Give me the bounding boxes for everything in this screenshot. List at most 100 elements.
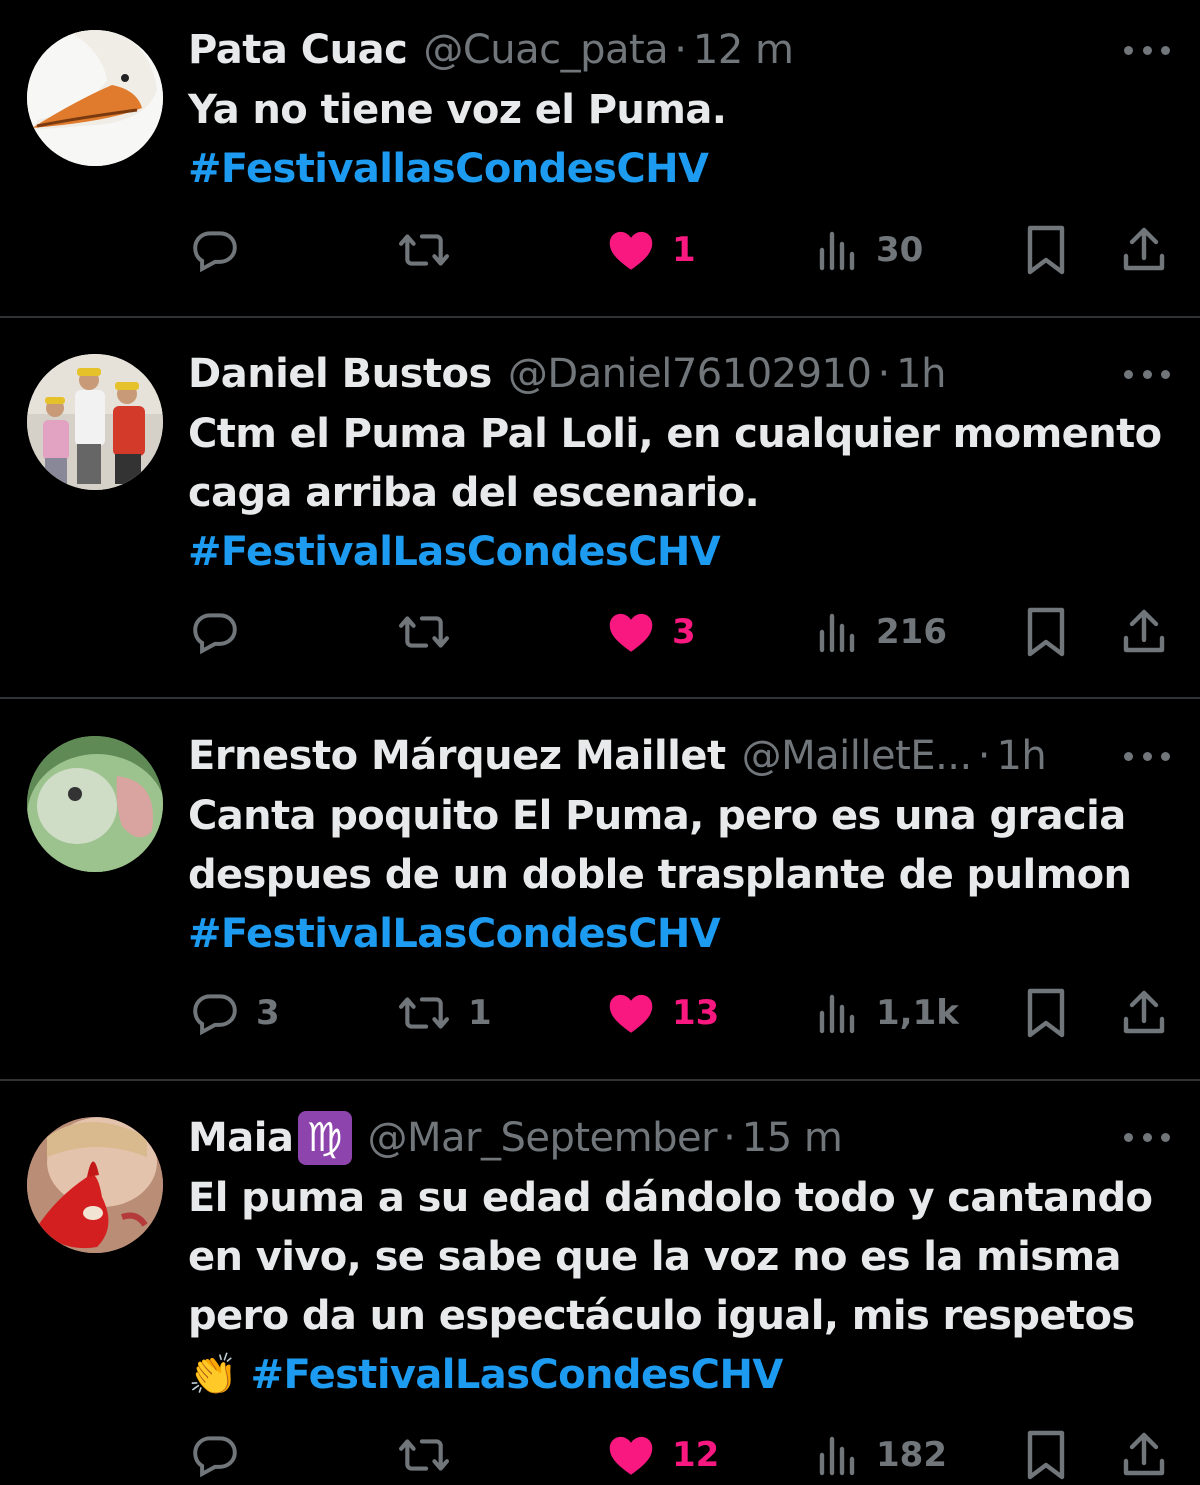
tweet-text-line: caga arriba del escenario. — [188, 470, 760, 516]
share-icon — [1123, 609, 1165, 653]
tweet-text-line: pero da un espectáculo igual, mis respet… — [188, 1293, 1135, 1339]
like-count: 3 — [672, 612, 696, 652]
username-handle[interactable]: @Mar_September — [368, 1115, 718, 1161]
reply-icon — [193, 231, 237, 273]
reply-button[interactable] — [190, 1425, 256, 1485]
bookmark-button[interactable] — [1024, 983, 1068, 1043]
share-button[interactable] — [1120, 983, 1168, 1043]
action-bar: 12 182 — [0, 1425, 1200, 1485]
like-icon — [609, 1436, 653, 1475]
username-handle[interactable]: @Cuac_pata — [423, 27, 668, 73]
clapping-hands-emoji: 👏 — [188, 1352, 238, 1398]
tweet-text-line: despues de un doble trasplante de pulmon — [188, 852, 1132, 898]
reply-button[interactable] — [190, 602, 256, 662]
timestamp[interactable]: 12 m — [693, 27, 794, 73]
like-button[interactable]: 13 — [606, 983, 719, 1043]
bookmark-icon — [1027, 607, 1065, 657]
display-name[interactable]: Maia — [188, 1115, 294, 1161]
separator-dot: · — [723, 1115, 736, 1161]
tweet-text-line-with-hashtag: 👏 #FestivalLasCondesCHV — [188, 1346, 1178, 1405]
more-icon[interactable] — [1124, 40, 1170, 60]
hashtag-link[interactable]: #FestivalLasCondesCHV — [188, 905, 1178, 964]
bookmark-button[interactable] — [1024, 602, 1068, 662]
reply-button[interactable] — [190, 220, 256, 280]
views-button[interactable]: 1,1k — [816, 983, 959, 1043]
tweet-header: Maia ♍ @Mar_September · 15 m — [188, 1108, 1120, 1168]
timestamp[interactable]: 1h — [996, 733, 1046, 779]
username-handle[interactable]: @MailletE... — [742, 733, 973, 779]
like-button[interactable]: 1 — [606, 220, 696, 280]
separator-dot: · — [674, 27, 687, 73]
tweet-1[interactable]: Pata Cuac @Cuac_pata · 12 m Ya no tiene … — [0, 0, 1200, 318]
hashtag-link[interactable]: #FestivallasCondesCHV — [188, 140, 1178, 199]
views-icon — [819, 994, 855, 1034]
views-count: 30 — [876, 230, 924, 270]
display-name[interactable]: Daniel Bustos — [188, 351, 492, 397]
bookmark-button[interactable] — [1024, 1425, 1068, 1485]
action-bar: 3 216 — [0, 602, 1200, 662]
tweet-header: Daniel Bustos @Daniel76102910 · 1h — [188, 344, 1120, 404]
timestamp[interactable]: 1h — [896, 351, 946, 397]
username-handle[interactable]: @Daniel76102910 — [508, 351, 872, 397]
share-button[interactable] — [1120, 602, 1168, 662]
retweet-button[interactable] — [396, 1425, 468, 1485]
tweet-2[interactable]: Daniel Bustos @Daniel76102910 · 1h Ctm e… — [0, 318, 1200, 698]
tweet-text-line: Ya no tiene voz el Puma. — [188, 87, 727, 133]
reply-count: 3 — [256, 993, 280, 1033]
reply-button[interactable]: 3 — [190, 983, 280, 1043]
like-button[interactable]: 3 — [606, 602, 696, 662]
hashtag-link[interactable]: #FestivalLasCondesCHV — [188, 523, 1178, 582]
retweet-icon — [399, 997, 449, 1029]
tweet-text-line: Canta poquito El Puma, pero es una graci… — [188, 793, 1126, 839]
tweet-text-line: Ctm el Puma Pal Loli, en cualquier momen… — [188, 411, 1162, 457]
retweet-icon — [399, 234, 449, 266]
more-icon[interactable] — [1124, 746, 1170, 766]
avatar-maia[interactable] — [27, 1117, 163, 1253]
bookmark-icon — [1027, 225, 1065, 275]
parrot-avatar-image — [27, 736, 163, 872]
retweet-icon — [399, 616, 449, 648]
more-icon[interactable] — [1124, 364, 1170, 384]
avatar-ernesto-marquez[interactable] — [27, 736, 163, 872]
retweet-icon — [399, 1439, 449, 1471]
views-button[interactable]: 30 — [816, 220, 923, 280]
tweet-3[interactable]: Ernesto Márquez Maillet @MailletE... · 1… — [0, 699, 1200, 1079]
tweet-text: Canta poquito El Puma, pero es una graci… — [188, 787, 1178, 964]
views-button[interactable]: 182 — [816, 1425, 947, 1485]
views-button[interactable]: 216 — [816, 602, 947, 662]
reply-icon — [193, 994, 237, 1036]
reply-icon — [193, 613, 237, 655]
views-count: 1,1k — [876, 993, 959, 1033]
avatar-pata-cuac[interactable] — [27, 30, 163, 166]
retweet-button[interactable] — [396, 602, 468, 662]
bookmark-icon — [1027, 988, 1065, 1038]
like-button[interactable]: 12 — [606, 1425, 719, 1485]
hashtag-link[interactable]: #FestivalLasCondesCHV — [251, 1352, 784, 1398]
display-name[interactable]: Pata Cuac — [188, 27, 408, 73]
reply-icon — [193, 1436, 237, 1478]
share-button[interactable] — [1120, 220, 1168, 280]
retweet-count: 1 — [468, 993, 492, 1033]
timestamp[interactable]: 15 m — [742, 1115, 843, 1161]
separator-dot: · — [877, 351, 891, 397]
tweet-4[interactable]: Maia ♍ @Mar_September · 15 m El puma a s… — [0, 1081, 1200, 1480]
tweet-text: Ctm el Puma Pal Loli, en cualquier momen… — [188, 405, 1178, 582]
retweet-button[interactable] — [396, 220, 468, 280]
avatar-daniel-bustos[interactable] — [27, 354, 163, 490]
views-count: 216 — [876, 612, 947, 652]
family-photo-avatar-image — [27, 354, 163, 490]
retweet-button[interactable]: 1 — [396, 983, 492, 1043]
display-name[interactable]: Ernesto Márquez Maillet — [188, 733, 726, 779]
share-button[interactable] — [1120, 1425, 1168, 1485]
like-count: 13 — [672, 993, 720, 1033]
tweet-text-line: en vivo, se sabe que la voz no es la mis… — [188, 1234, 1122, 1280]
duck-avatar-image — [27, 30, 163, 166]
tweet-text: El puma a su edad dándolo todo y cantand… — [188, 1169, 1178, 1405]
action-bar: 1 30 — [0, 220, 1200, 280]
share-icon — [1123, 990, 1165, 1034]
woman-red-gloves-avatar-image — [27, 1117, 163, 1253]
views-icon — [819, 231, 855, 271]
bookmark-button[interactable] — [1024, 220, 1068, 280]
more-icon[interactable] — [1124, 1127, 1170, 1147]
action-bar: 3 1 13 1,1k — [0, 983, 1200, 1043]
